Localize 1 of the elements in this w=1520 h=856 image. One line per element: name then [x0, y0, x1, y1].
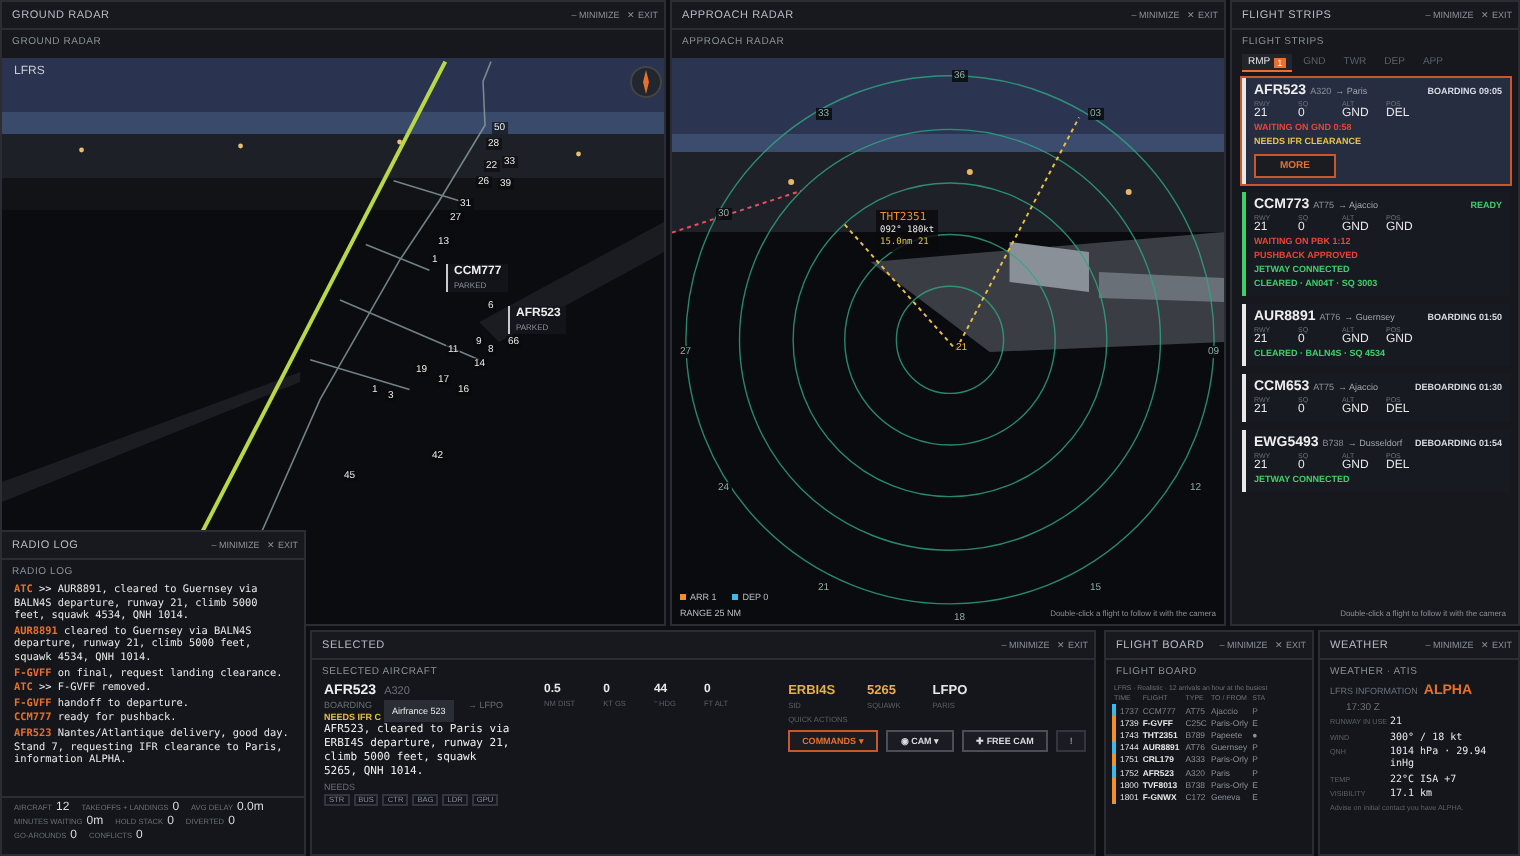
departure-path — [672, 189, 803, 234]
